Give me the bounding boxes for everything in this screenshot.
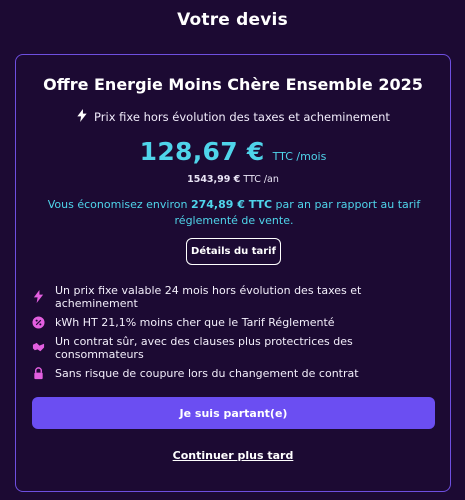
list-item: Un contrat sûr, avec des clauses plus pr… xyxy=(32,335,442,361)
savings-text: Vous économisez environ 274,89 € TTC par… xyxy=(46,197,422,229)
monthly-price: 128,67 € xyxy=(139,137,265,166)
monthly-price-unit: TTC /mois xyxy=(272,150,327,163)
yearly-price-amount: 1543,99 € xyxy=(187,174,241,185)
offer-subline-text: Prix fixe hors évolution des taxes et ac… xyxy=(94,110,390,124)
continue-later-link[interactable]: Continuer plus tard xyxy=(16,449,450,462)
yearly-price-unit: TTC /an xyxy=(243,174,279,185)
savings-amount: 274,89 € TTC xyxy=(190,198,273,211)
feature-text: Sans risque de coupure lors du changemen… xyxy=(55,366,359,380)
list-item: Sans risque de coupure lors du changemen… xyxy=(32,361,442,387)
savings-prefix: Vous économisez environ xyxy=(47,198,188,211)
accept-offer-button[interactable]: Je suis partant(e) xyxy=(32,397,435,429)
page-title: Votre devis xyxy=(177,10,288,30)
percent-badge-icon xyxy=(32,316,45,329)
handshake-icon xyxy=(32,341,45,354)
yearly-price: 1543,99 € TTC /an xyxy=(16,174,450,185)
lightning-icon xyxy=(32,290,45,304)
lightning-icon xyxy=(76,109,88,125)
feature-text: Un prix fixe valable 24 mois hors évolut… xyxy=(55,283,362,310)
feature-list: Un prix fixe valable 24 mois hors évolut… xyxy=(32,284,442,386)
offer-subline: Prix fixe hors évolution des taxes et ac… xyxy=(16,109,450,125)
list-item: kWh HT 21,1% moins cher que le Tarif Rég… xyxy=(32,310,442,336)
feature-text: kWh HT 21,1% moins cher que le Tarif Rég… xyxy=(55,315,335,329)
tariff-details-button[interactable]: Détails du tarif xyxy=(186,238,281,265)
feature-text: Un contrat sûr, avec des clauses plus pr… xyxy=(55,334,353,361)
offer-card: Offre Energie Moins Chère Ensemble 2025 … xyxy=(15,54,451,492)
price-row: 128,67 € TTC /mois xyxy=(16,137,450,166)
list-item: Un prix fixe valable 24 mois hors évolut… xyxy=(32,284,442,310)
offer-title: Offre Energie Moins Chère Ensemble 2025 xyxy=(43,75,423,94)
lock-icon xyxy=(32,367,45,380)
